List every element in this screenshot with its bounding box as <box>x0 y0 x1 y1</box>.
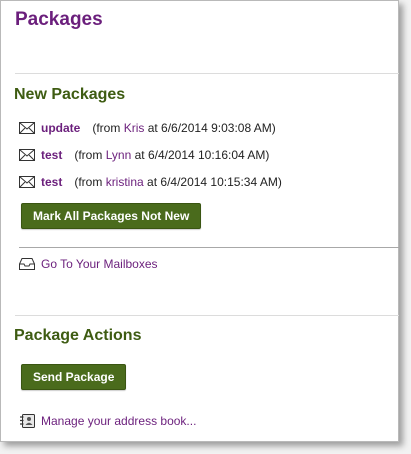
sender-link[interactable]: Kris <box>124 121 145 135</box>
divider <box>19 247 399 248</box>
package-timestamp: at 6/6/2014 9:03:08 AM) <box>147 121 276 135</box>
sender-link[interactable]: kristina <box>106 175 144 189</box>
inbox-tray-icon <box>19 258 35 270</box>
mark-all-not-new-button[interactable]: Mark All Packages Not New <box>21 203 202 229</box>
page-title: Packages <box>15 9 103 30</box>
from-prefix: (from <box>92 121 121 135</box>
package-timestamp: at 6/4/2014 10:16:04 AM) <box>134 148 270 162</box>
go-to-mailboxes-link[interactable]: Go To Your Mailboxes <box>41 257 158 271</box>
package-timestamp: at 6/4/2014 10:15:34 AM) <box>147 175 282 189</box>
address-book-link-row: Manage your address book... <box>19 414 196 428</box>
new-packages-heading: New Packages <box>14 86 126 103</box>
envelope-icon <box>19 122 35 134</box>
manage-address-book-link[interactable]: Manage your address book... <box>41 414 196 428</box>
envelope-icon <box>19 149 35 161</box>
package-list-item: update (from Kris at 6/6/2014 9:03:08 AM… <box>19 119 276 137</box>
mailboxes-link-row: Go To Your Mailboxes <box>19 257 158 271</box>
envelope-icon <box>19 176 35 188</box>
divider <box>15 73 399 74</box>
from-prefix: (from <box>74 148 103 162</box>
package-link[interactable]: test <box>41 148 62 162</box>
packages-panel: Packages New Packages update (from Kris … <box>0 0 399 442</box>
package-list-item: test (from kristina at 6/4/2014 10:15:34… <box>19 173 282 191</box>
package-actions-heading: Package Actions <box>14 327 142 344</box>
from-prefix: (from <box>74 175 103 189</box>
sender-link[interactable]: Lynn <box>106 148 132 162</box>
package-list-item: test (from Lynn at 6/4/2014 10:16:04 AM) <box>19 146 269 164</box>
send-package-button[interactable]: Send Package <box>21 364 127 390</box>
package-link[interactable]: update <box>41 121 80 135</box>
divider <box>15 315 399 316</box>
address-book-icon <box>20 414 35 428</box>
package-link[interactable]: test <box>41 175 62 189</box>
